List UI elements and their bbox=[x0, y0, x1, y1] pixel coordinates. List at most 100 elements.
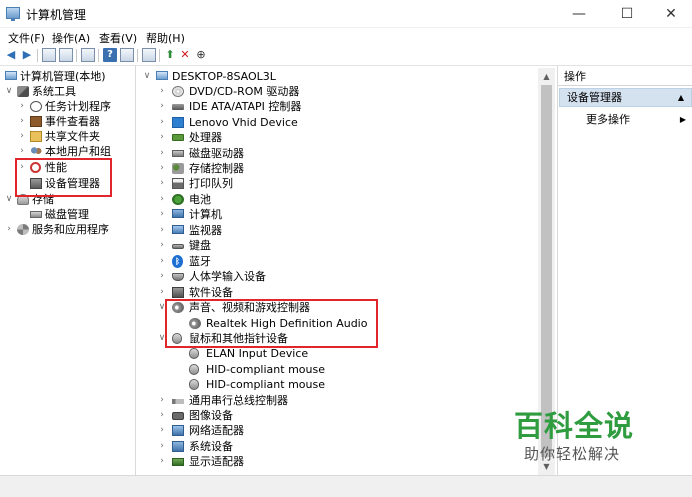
expand-icon[interactable]: › bbox=[157, 207, 167, 222]
expand-icon[interactable]: › bbox=[157, 269, 167, 284]
status-bar bbox=[0, 475, 692, 497]
processor-icon bbox=[172, 134, 184, 141]
expand-icon[interactable]: › bbox=[157, 223, 167, 238]
maximize-button[interactable]: ☐ bbox=[604, 0, 650, 28]
scan-hardware-icon[interactable] bbox=[142, 48, 156, 62]
disk-icon bbox=[30, 211, 42, 218]
actions-device-manager-label: 设备管理器 bbox=[567, 91, 622, 104]
highlight-device-manager-box bbox=[15, 158, 112, 197]
expand-icon[interactable]: › bbox=[17, 114, 27, 129]
expand-icon[interactable]: › bbox=[157, 84, 167, 99]
expand-icon[interactable]: › bbox=[17, 144, 27, 159]
window-title: 计算机管理 bbox=[26, 8, 87, 22]
collapse-up-icon[interactable]: ▲ bbox=[678, 89, 684, 106]
expand-icon[interactable]: › bbox=[157, 423, 167, 438]
camera-icon bbox=[172, 412, 184, 420]
expand-icon[interactable]: › bbox=[157, 393, 167, 408]
expand-icon[interactable]: › bbox=[157, 285, 167, 300]
watermark: 百科全说 助你轻松解决 bbox=[514, 403, 646, 467]
printer-icon bbox=[172, 178, 184, 189]
expand-icon[interactable]: › bbox=[157, 408, 167, 423]
show-hide-tree-icon[interactable] bbox=[59, 48, 73, 62]
expand-icon[interactable]: › bbox=[157, 238, 167, 253]
toolbar-separator bbox=[76, 49, 77, 62]
usb-icon bbox=[172, 399, 184, 404]
forward-arrow-icon[interactable]: ▶ bbox=[20, 48, 34, 62]
toolbar-separator bbox=[137, 49, 138, 62]
menu-action[interactable]: 操作(A) bbox=[52, 30, 90, 46]
tools-icon bbox=[17, 86, 29, 97]
menu-help[interactable]: 帮助(H) bbox=[146, 30, 185, 46]
services-icon bbox=[17, 224, 29, 235]
computer-icon bbox=[172, 209, 184, 218]
users-icon bbox=[30, 146, 42, 157]
actions-header: 操作 bbox=[558, 68, 692, 86]
expand-icon[interactable]: › bbox=[157, 161, 167, 176]
dvd-drive-icon bbox=[172, 86, 184, 97]
expand-icon[interactable]: › bbox=[157, 146, 167, 161]
uninstall-device-icon[interactable]: ✕ bbox=[178, 48, 192, 62]
expand-icon[interactable]: › bbox=[157, 99, 167, 114]
computer-icon bbox=[5, 71, 17, 80]
expand-icon[interactable]: › bbox=[157, 176, 167, 191]
computer-icon bbox=[156, 71, 168, 80]
lenovo-device-icon bbox=[172, 117, 184, 128]
battery-icon bbox=[172, 194, 184, 205]
actions-device-manager[interactable]: 设备管理器 ▲ bbox=[559, 88, 692, 107]
collapse-icon[interactable]: ∨ bbox=[4, 192, 14, 207]
computer-management-icon bbox=[6, 7, 20, 21]
more-actions-item[interactable]: 更多操作 ▶ bbox=[586, 111, 686, 129]
expand-icon[interactable]: › bbox=[157, 454, 167, 469]
expand-icon[interactable]: › bbox=[157, 254, 167, 269]
expand-icon[interactable]: › bbox=[4, 222, 14, 237]
scrollbar-thumb[interactable] bbox=[541, 85, 552, 457]
disable-device-icon[interactable]: ⊕ bbox=[194, 48, 208, 62]
device-tree: ∨ DESKTOP-8SAOL3L › DVD/CD-ROM 驱动器 › IDE… bbox=[137, 66, 555, 475]
properties-icon[interactable] bbox=[81, 48, 95, 62]
display-adapter-icon bbox=[172, 458, 184, 466]
title-bar: 计算机管理 — ☐ ✕ bbox=[0, 0, 692, 28]
collapse-icon[interactable]: ∨ bbox=[142, 69, 152, 84]
collapse-icon[interactable]: ∨ bbox=[4, 84, 14, 99]
mouse-icon bbox=[189, 364, 199, 375]
up-folder-icon[interactable] bbox=[42, 48, 56, 62]
expand-icon[interactable]: › bbox=[17, 129, 27, 144]
toolbar-separator bbox=[98, 49, 99, 62]
toolbar-separator bbox=[159, 49, 160, 62]
more-actions-label: 更多操作 bbox=[586, 113, 630, 126]
watermark-title: 百科全说 bbox=[514, 409, 635, 443]
expand-icon[interactable]: › bbox=[157, 439, 167, 454]
toolbar-separator bbox=[37, 49, 38, 62]
scroll-up-icon[interactable]: ▲ bbox=[538, 68, 555, 85]
submenu-arrow-icon: ▶ bbox=[679, 115, 686, 124]
expand-icon[interactable]: › bbox=[157, 130, 167, 145]
bluetooth-icon: ᛒ bbox=[172, 255, 183, 268]
expand-icon[interactable]: › bbox=[157, 192, 167, 207]
system-device-icon bbox=[172, 441, 184, 452]
watermark-subtitle: 助你轻松解决 bbox=[524, 445, 621, 463]
monitor-icon bbox=[172, 225, 184, 234]
mouse-icon bbox=[189, 379, 199, 390]
export-list-icon[interactable] bbox=[120, 48, 134, 62]
minimize-button[interactable]: — bbox=[556, 0, 602, 28]
expand-icon[interactable]: › bbox=[157, 115, 167, 130]
network-adapter-icon bbox=[172, 425, 184, 436]
expand-icon[interactable]: › bbox=[17, 99, 27, 114]
human-interface-device-icon bbox=[172, 273, 184, 281]
close-button[interactable]: ✕ bbox=[648, 0, 692, 28]
ide-controller-icon bbox=[172, 104, 184, 110]
navigation-tree: 计算机管理(本地) ∨ 系统工具 › 任务计划程序 › 事件查看器 › 共享文件… bbox=[0, 66, 136, 475]
help-icon[interactable]: ? bbox=[103, 48, 117, 62]
clock-icon bbox=[30, 101, 42, 112]
update-driver-icon[interactable]: ⬆ bbox=[163, 48, 177, 62]
event-log-icon bbox=[30, 116, 42, 127]
highlight-sound-controller-box bbox=[165, 299, 378, 348]
menu-file[interactable]: 文件(F) bbox=[8, 30, 45, 46]
back-arrow-icon[interactable]: ◀ bbox=[4, 48, 18, 62]
keyboard-icon bbox=[172, 244, 184, 249]
mouse-icon bbox=[189, 348, 199, 359]
menu-view[interactable]: 查看(V) bbox=[99, 30, 137, 46]
software-device-icon bbox=[172, 287, 184, 298]
disk-drive-icon bbox=[172, 150, 184, 157]
menu-bar: 文件(F) 操作(A) 查看(V) 帮助(H) bbox=[0, 28, 692, 46]
